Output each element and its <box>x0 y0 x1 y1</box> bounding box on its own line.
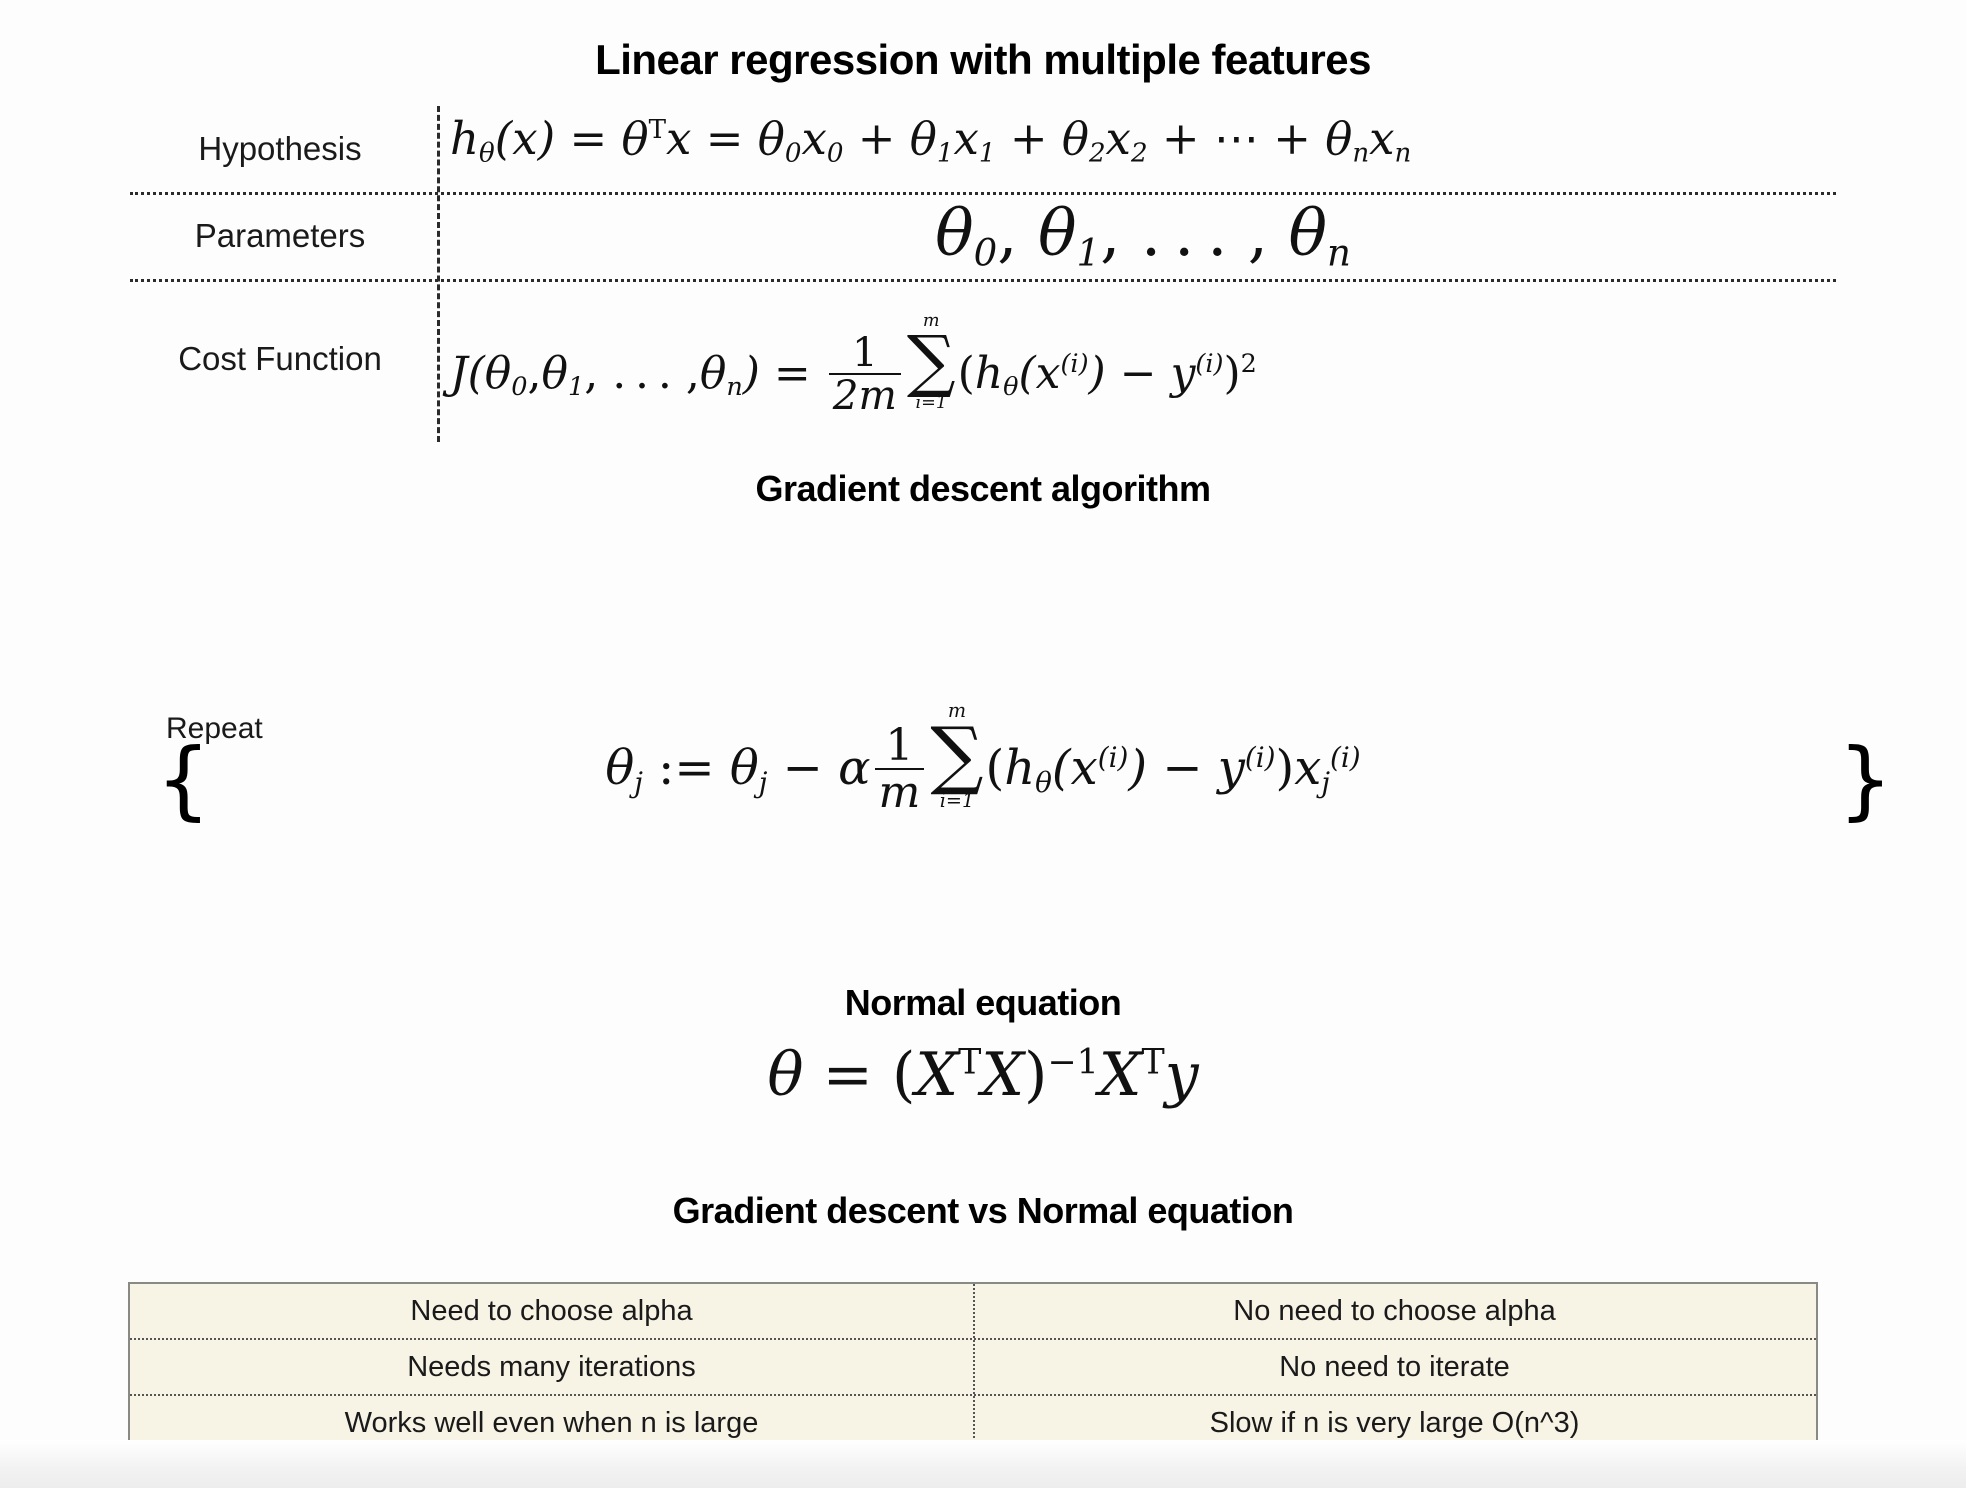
formula-gradient-descent-expression: θj := θj − α 1 m m ∑ i=1 (hθ(x(i)) − y(i))xj(i… <box>605 699 1361 819</box>
comparison-cell-normal-equation-2: No need to iterate <box>1279 1351 1510 1383</box>
comparison-table: Need to choose alpha No need to choose a… <box>128 1282 1818 1452</box>
definition-formula-hypothesis: hθ(x) = θTx = θ0x0 + θ1x1 + θ2x2 + ⋯ + θ… <box>450 104 1836 168</box>
comparison-cell-normal-equation-1: No need to choose alpha <box>1233 1295 1556 1327</box>
definition-formula-parameters: θ0, θ1, . . . , θn <box>450 195 1836 274</box>
definition-label-cost-function: Cost Function <box>178 340 382 377</box>
summation-operator: m ∑ i=1 <box>906 311 956 414</box>
gradient-descent-title: Gradient descent algorithm <box>755 468 1211 509</box>
definition-row-hypothesis: Hypothesis hθ(x) = θTx = θ0x0 + θ1x1 + θ… <box>130 104 1836 192</box>
formula-parameters-expression: θ0, θ1, . . . , θn <box>935 197 1351 275</box>
comparison-cell-gradient-descent-1: Need to choose alpha <box>410 1295 693 1327</box>
fraction-one-over-m: 1m <box>874 723 925 815</box>
comparison-title: Gradient descent vs Normal equation <box>672 1190 1294 1231</box>
formula-cost-function-expression: J(θ0,θ1, . . . ,θn) = 1 2m m ∑ i=1 (hθ(x(i)) … <box>450 311 1257 419</box>
table-row: Needs many iterations No need to iterate <box>130 1338 1816 1394</box>
definitions-table: Hypothesis hθ(x) = θTx = θ0x0 + θ1x1 + θ… <box>130 104 1836 442</box>
formula-hypothesis-expression: hθ(x) = θTx = θ0x0 + θ1x1 + θ2x2 + ⋯ + θ… <box>450 112 1412 169</box>
page-bottom-shadow <box>0 1440 1966 1488</box>
fraction-one-over-two-m: 1 2m <box>828 331 901 417</box>
definition-formula-cost-function: J(θ0,θ1, . . . ,θn) = 1 2m m ∑ i=1 (hθ(x(i)) … <box>450 282 1836 416</box>
table-row: Need to choose alpha No need to choose a… <box>130 1284 1816 1338</box>
normal-equation-title: Normal equation <box>844 982 1122 1023</box>
definition-row-cost-function: Cost Function J(θ0,θ1, . . . ,θn) = 1 2m m… <box>130 282 1836 440</box>
page-title: Linear regression with multiple features <box>595 36 1371 83</box>
normal-equation-formula: θ = (XTX)−1XTy <box>0 1040 1966 1110</box>
gradient-descent-formula: θj := θj − α 1 m m ∑ i=1 (hθ(x(i)) − y(i))xj(i… <box>0 699 1966 819</box>
slide-canvas: Linear regression with multiple features… <box>0 0 1966 1452</box>
definition-row-parameters: Parameters θ0, θ1, . . . , θn <box>130 195 1836 279</box>
summation-operator-gd: m ∑ i=1 <box>930 699 984 812</box>
formula-normal-equation-expression: θ = (XTX)−1XTy <box>767 1040 1199 1110</box>
definition-label-hypothesis: Hypothesis <box>198 130 362 167</box>
comparison-cell-gradient-descent-2: Needs many iterations <box>407 1351 696 1383</box>
definition-label-parameters: Parameters <box>194 217 366 254</box>
